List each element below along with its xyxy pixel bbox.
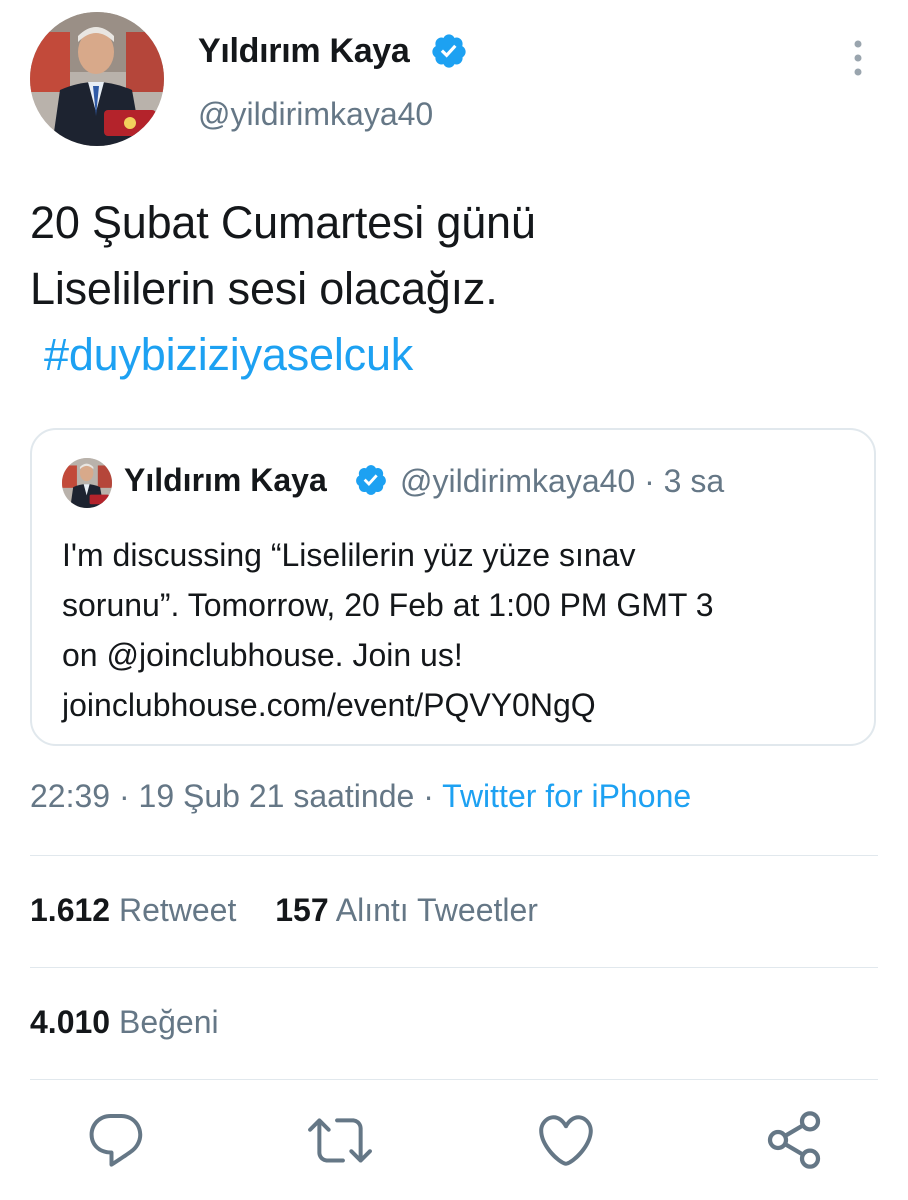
author-avatar[interactable]	[30, 12, 164, 146]
retweets-count: 1.612	[30, 892, 111, 928]
quote-tweets-label: Alıntı Tweetler	[335, 892, 538, 928]
more-vertical-icon[interactable]	[848, 38, 868, 82]
quoted-author-avatar[interactable]	[62, 458, 112, 508]
tweet-time[interactable]: 22:39	[30, 778, 110, 814]
meta-separator: ·	[118, 778, 130, 814]
quoted-tweet-line: I'm discussing “Liselilerin yüz yüze sın…	[62, 537, 636, 573]
hashtag-link[interactable]: #duybiziziyaselcuk	[30, 329, 413, 380]
quoted-tweet-card[interactable]: Yıldırım Kaya @yildirimkaya40 · 3 sa I'm…	[30, 428, 876, 746]
author-display-name[interactable]: Yıldırım Kaya	[198, 32, 410, 71]
tweet-timestamp-row: 22:39 · 19 Şub 21 saatinde · Twitter for…	[30, 778, 691, 815]
verified-badge-icon	[432, 34, 466, 68]
divider	[30, 855, 878, 856]
likes-stat[interactable]: 4.010 Beğeni	[30, 1004, 219, 1041]
share-icon	[767, 1111, 821, 1169]
tweet-date[interactable]: 19 Şub 21 saatinde	[139, 778, 415, 814]
likes-label: Beğeni	[118, 1004, 219, 1040]
like-button[interactable]	[534, 1108, 598, 1172]
retweet-icon	[308, 1118, 372, 1163]
tweet-text: 20 Şubat Cumartesi günü Liselilerin sesi…	[30, 190, 870, 388]
author-handle[interactable]: @yildirimkaya40	[198, 96, 433, 133]
quoted-tweet-line: joinclubhouse.com/event/PQVY0NgQ	[62, 687, 596, 723]
meta-separator: ·	[423, 778, 434, 814]
likes-count: 4.010	[30, 1004, 111, 1040]
retweets-label: Retweet	[118, 892, 237, 928]
reply-button[interactable]	[84, 1108, 148, 1172]
quoted-tweet-line: on @joinclubhouse. Join us!	[62, 637, 463, 673]
share-button[interactable]	[762, 1108, 826, 1172]
verified-badge-icon	[356, 465, 386, 495]
tweet-source-link[interactable]: Twitter for iPhone	[442, 778, 691, 814]
tweet-text-line: Liselilerin sesi olacağız.	[30, 263, 498, 314]
avatar-photo-icon	[62, 458, 112, 508]
avatar-photo-icon	[30, 12, 164, 146]
tweet-header: Yıldırım Kaya @yildirimkaya40	[30, 12, 880, 152]
quoted-author-handle[interactable]: @yildirimkaya40	[400, 463, 635, 499]
meta-separator: ·	[644, 463, 655, 499]
engagement-stats-row: 1.612 Retweet 157 Alıntı Tweetler	[30, 892, 568, 929]
tweet-text-line: 20 Şubat Cumartesi günü	[30, 197, 536, 248]
quoted-tweet-age: 3 sa	[663, 463, 725, 499]
retweet-button[interactable]	[308, 1108, 372, 1172]
tweet-action-bar	[0, 1108, 908, 1178]
divider	[30, 1079, 878, 1080]
heart-icon	[539, 1115, 593, 1166]
retweets-stat[interactable]: 1.612 Retweet	[30, 892, 236, 929]
comment-icon	[89, 1113, 143, 1167]
quoted-tweet-line: sorunu”. Tomorrow, 20 Feb at 1:00 PM GMT…	[62, 587, 714, 623]
quoted-author-name[interactable]: Yıldırım Kaya	[124, 462, 327, 499]
quoted-tweet-body: I'm discussing “Liselilerin yüz yüze sın…	[62, 530, 862, 730]
quote-tweets-stat[interactable]: 157 Alıntı Tweetler	[275, 892, 538, 929]
divider	[30, 967, 878, 968]
quote-tweets-count: 157	[275, 892, 329, 928]
likes-stats-row: 4.010 Beğeni	[30, 1004, 249, 1041]
quoted-tweet-meta: @yildirimkaya40 · 3 sa	[400, 463, 724, 500]
